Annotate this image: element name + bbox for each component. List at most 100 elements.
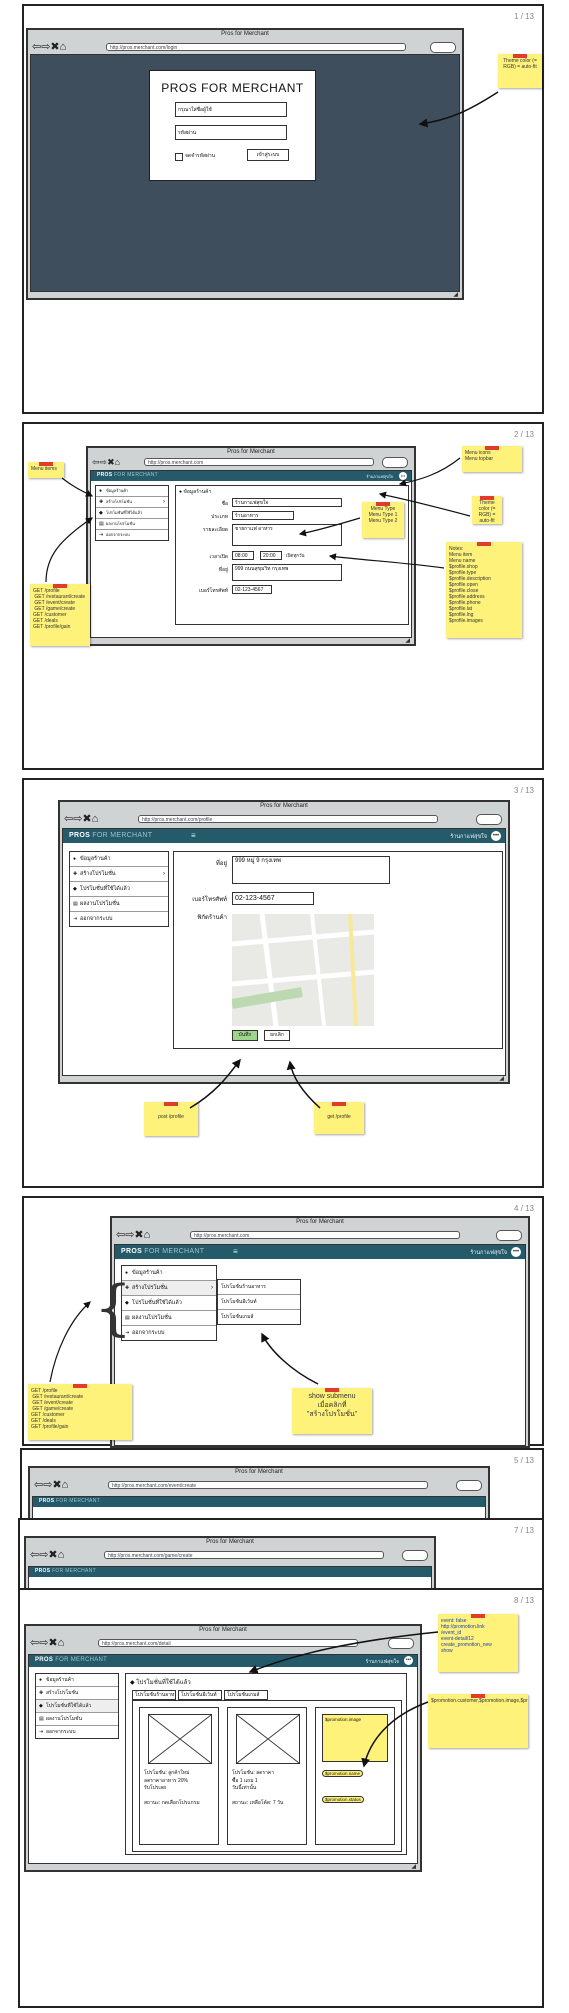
menu-item-logout[interactable]: ⇥ ออกจากระบบ <box>122 1326 216 1340</box>
menu-item-report[interactable]: ▤ ผลงานโปรโมชั่น <box>70 897 168 912</box>
menu-item-info[interactable]: ● ข้อมูลร้านค้า <box>96 486 168 497</box>
menu-item-create[interactable]: ✚ สร้างโปรโมชั่น › <box>96 497 168 508</box>
menu-toggle-icon[interactable]: ≡ <box>191 831 199 840</box>
close-time-input[interactable]: 20:00 <box>260 551 282 560</box>
user-label[interactable]: ร้านกาแฟสุขใจ <box>366 1658 399 1666</box>
open-time-input[interactable]: 08:00 <box>232 551 254 560</box>
type-select[interactable]: ร้านอาหาร <box>232 511 294 520</box>
nav-buttons-icon[interactable]: ⇦⇨✖⌂ <box>34 1480 68 1491</box>
tab-restaurant[interactable]: โปรโมชั่นร้านอาหาร <box>132 1690 176 1700</box>
nav-buttons-icon[interactable]: ⇦⇨✖⌂ <box>92 457 120 468</box>
menu-item-logout[interactable]: ⇥ ออกจากระบบ <box>36 1726 118 1738</box>
menu-item-deals[interactable]: ◆ โปรโมชั่นที่ใช้ได้แล้ว <box>70 882 168 897</box>
url-bar[interactable]: http://pros.merchant.com/profile <box>138 815 438 823</box>
login-button[interactable]: เข้าสู่ระบบ <box>247 149 289 161</box>
menu-item-report[interactable]: ▤ ผลงานโปรโมชั่น <box>36 1713 118 1726</box>
url-bar[interactable]: http://pros.merchant.com/event/create <box>108 1481 428 1489</box>
submenu-item-event[interactable]: โปรโมชั่นอีเว้นท์ <box>218 1295 300 1310</box>
remember-checkbox[interactable] <box>175 153 183 161</box>
brand-part: PROS <box>39 1498 55 1504</box>
browser-title: Pros for Merchant <box>227 449 275 455</box>
search-pill[interactable] <box>496 1230 522 1241</box>
menu-item-info[interactable]: ● ข้อมูลร้านค้า <box>70 852 168 867</box>
browser-window: Pros for Merchant ⇦⇨✖⌂ http://pros.merch… <box>26 28 464 300</box>
user-icon[interactable]: ••• <box>491 831 501 841</box>
nav-buttons-icon[interactable]: ⇦⇨✖⌂ <box>116 1230 150 1241</box>
app-area: PROS FOR MERCHANT ร้านกาแฟสุขใจ ••• ● ข้อ… <box>90 470 412 638</box>
sticky-note: event: false http://promotion.link /even… <box>438 1614 518 1672</box>
page-number: 5 / 13 <box>513 1456 534 1465</box>
search-pill[interactable] <box>456 1480 482 1491</box>
tab-event[interactable]: โปรโมชั่นอีเว้นท์ <box>178 1690 222 1700</box>
search-pill[interactable] <box>382 457 408 468</box>
url-bar[interactable]: http://pros.merchant.com <box>190 1231 460 1239</box>
plus-icon: ✚ <box>99 499 104 505</box>
menu-item-create[interactable]: ✚ สร้างโปรโมชั่น › <box>122 1281 216 1296</box>
menu-item-create[interactable]: ✚ สร้างโปรโมชั่น <box>36 1687 118 1700</box>
nav-buttons-icon[interactable]: ⇦⇨✖⌂ <box>30 1638 64 1649</box>
card-title: โปรโมชั่น: ลูกค้าใหม่ <box>144 1770 190 1776</box>
submenu-item-restaurant[interactable]: โปรโมชั่นร้านอาหาร <box>218 1280 300 1295</box>
username-field[interactable]: กรุณาใส่ชื่อผู้ใช้ <box>175 102 287 117</box>
menu-item-create[interactable]: ✚ สร้างโปรโมชั่น › <box>70 867 168 882</box>
menu-item-info[interactable]: ● ข้อมูลร้านค้า <box>122 1266 216 1281</box>
tag-icon: ◆ <box>39 1703 43 1709</box>
search-pill[interactable] <box>402 1550 428 1561</box>
search-pill[interactable] <box>476 814 502 825</box>
nav-buttons-icon[interactable]: ⇦⇨✖⌂ <box>64 814 98 825</box>
menu-item-logout[interactable]: ⇥ ออกจากระบบ <box>96 530 168 540</box>
menu-item-deals[interactable]: ◆ โปรโมชั่นที่ใช้ได้แล้ว <box>36 1700 118 1713</box>
save-button[interactable]: บันทึก <box>232 1030 258 1041</box>
browser-window: Pros for Merchant ⇦⇨✖⌂ http://pros.merch… <box>24 1624 422 1872</box>
deal-card[interactable]: โปรโมชั่น: ลูกค้าใหม่ ลดราคาอาหาร 20% รั… <box>139 1707 219 1845</box>
deal-card[interactable]: โปรโมชั่น: ลดราคา ซื้อ 1 แถม 1 วันนี้เท่… <box>227 1707 307 1845</box>
address-textarea[interactable]: 999 หมู่ 9 กรุงเทพ <box>232 856 390 884</box>
description-textarea[interactable]: ขายกาแฟ อาหาร <box>232 524 342 546</box>
name-input[interactable]: ร้านกาแฟสุขใจ <box>232 498 342 507</box>
url-bar[interactable]: http://pros.merchant.com <box>144 458 374 466</box>
remember-label: จดจำรหัสผ่าน <box>185 153 216 159</box>
menu-label: ข้อมูลร้านค้า <box>106 488 129 493</box>
menu-item-deals[interactable]: ◆ โปรโมชั่นที่ใช้ได้แล้ว <box>96 508 168 519</box>
phone-input[interactable]: 02-123-4567 <box>232 585 272 594</box>
deal-card-template[interactable]: $promotion.image $promotion.name $promot… <box>315 1707 395 1845</box>
user-label[interactable]: ร้านกาแฟสุขใจ <box>470 1249 507 1257</box>
user-icon[interactable]: ••• <box>511 1247 521 1257</box>
submenu-item-game[interactable]: โปรโมชั่นเกมส์ <box>218 1310 300 1324</box>
menu-item-report[interactable]: ▤ ผลงานโปรโมชั่น <box>122 1311 216 1326</box>
user-label[interactable]: ร้านกาแฟสุขใจ <box>366 473 393 480</box>
page-number: 1 / 13 <box>513 12 534 21</box>
menu-toggle-icon[interactable]: ≡ <box>233 1247 241 1256</box>
brand-part: FOR MERCHANT <box>56 1498 100 1504</box>
nav-buttons-icon[interactable]: ⇦⇨✖⌂ <box>32 42 66 53</box>
side-menu: ● ข้อมูลร้านค้า ✚ สร้างโปรโมชั่น › ◆ โปรโมชั… <box>69 851 169 927</box>
user-label[interactable]: ร้านกาแฟสุขใจ <box>450 833 487 841</box>
cancel-button[interactable]: ยกเลิก <box>264 1030 290 1041</box>
url-bar[interactable]: http://pros.merchant.com/game/create <box>104 1551 384 1559</box>
map-view[interactable] <box>232 914 374 1026</box>
menu-item-logout[interactable]: ⇥ ออกจากระบบ <box>70 912 168 926</box>
field-label: ที่อยู่ <box>215 861 227 867</box>
app-topbar: PROS FOR MERCHANT ≡ ร้านกาแฟสุขใจ ••• <box>63 829 505 843</box>
wireframe-page-1: 1 / 13 Pros for Merchant ⇦⇨✖⌂ http://pro… <box>22 4 544 414</box>
nav-buttons-icon[interactable]: ⇦⇨✖⌂ <box>30 1550 64 1561</box>
browser-title: Pros for Merchant <box>235 1469 283 1475</box>
menu-item-report[interactable]: ▤ ผลงานโปรโมชั่น <box>96 519 168 530</box>
url-bar[interactable]: http://pros.merchant.com/detail <box>98 1639 358 1647</box>
brand-part: FOR MERCHANT <box>114 472 158 478</box>
user-icon[interactable]: ••• <box>399 472 407 480</box>
address-textarea[interactable]: 999 ถนนสุขุมวิท กรุงเทพ <box>232 564 342 581</box>
phone-input[interactable]: 02-123-4567 <box>232 892 314 905</box>
user-icon[interactable]: ••• <box>404 1656 413 1665</box>
menu-label: โปรโมชั่นที่ใช้ได้แล้ว <box>80 886 130 892</box>
url-bar[interactable]: http://pros.merchant.com/login <box>106 43 406 51</box>
menu-item-deals[interactable]: ◆ โปรโมชั่นที่ใช้ได้แล้ว <box>122 1296 216 1311</box>
tab-game[interactable]: โปรโมชั่นเกมส์ <box>224 1690 268 1700</box>
menu-item-info[interactable]: ● ข้อมูลร้านค้า <box>36 1674 118 1687</box>
search-pill[interactable] <box>388 1638 414 1649</box>
password-field[interactable]: รหัสผ่าน <box>175 125 287 140</box>
search-pill[interactable] <box>430 42 456 53</box>
sticky-note: GET /profile GET /restaurant/create GET … <box>28 1384 132 1440</box>
browser-title: Pros for Merchant <box>221 31 269 37</box>
doc-icon: ▤ <box>99 521 104 527</box>
